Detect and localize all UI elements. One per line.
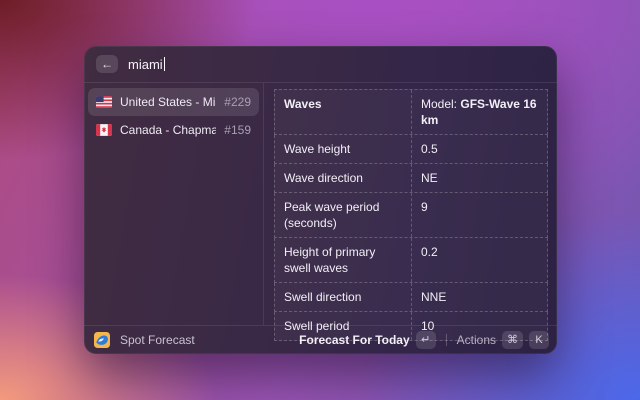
waves-table: Waves Model: GFS-Wave 16 km Wave height … — [274, 89, 548, 341]
us-flag-icon — [96, 96, 112, 108]
search-query-text: miami — [128, 57, 163, 72]
back-button[interactable]: ← — [96, 55, 118, 73]
primary-action-label: Forecast For Today — [299, 333, 409, 347]
main-area: United States - Miami Be... #229 Canada … — [84, 83, 557, 325]
table-row-label: Swell direction — [275, 283, 411, 311]
table-header-row: Waves Model: GFS-Wave 16 km — [274, 89, 548, 135]
list-item[interactable]: Canada - Chapman Bay,... #159 — [88, 116, 259, 144]
app-name: Spot Forecast — [120, 333, 291, 347]
return-key-icon: ↵ — [416, 331, 436, 349]
text-caret — [164, 57, 165, 71]
table-row-label: Wave direction — [275, 164, 411, 192]
detail-panel: Waves Model: GFS-Wave 16 km Wave height … — [263, 83, 557, 325]
table-row-label: Height of primary swell waves — [275, 238, 411, 282]
table-header-label: Waves — [275, 90, 411, 134]
command-key-icon: ⌘ — [502, 331, 523, 349]
table-row-value: 0.5 — [411, 135, 547, 163]
footer-divider — [446, 334, 447, 346]
model-prefix: Model: — [421, 97, 460, 111]
table-row-value: 9 — [411, 193, 547, 237]
result-badge: #229 — [224, 95, 251, 109]
arrow-left-icon: ← — [101, 58, 113, 70]
result-label: United States - Miami Be... — [120, 95, 216, 109]
table-row: Height of primary swell waves 0.2 — [274, 238, 548, 283]
table-row-value: 0.2 — [411, 238, 547, 282]
search-bar: ← miami — [84, 46, 557, 83]
table-row-value: NNE — [411, 283, 547, 311]
actions-button[interactable]: Actions ⌘ K — [457, 331, 549, 349]
desktop-background: ← miami United States - Miami Be... #229… — [0, 0, 640, 400]
table-row-label: Peak wave period (seconds) — [275, 193, 411, 237]
table-row: Wave height 0.5 — [274, 135, 548, 164]
actions-label: Actions — [457, 333, 496, 347]
result-badge: #159 — [224, 123, 251, 137]
table-header-value: Model: GFS-Wave 16 km — [411, 90, 547, 134]
launcher-window: ← miami United States - Miami Be... #229… — [84, 46, 557, 354]
forecast-for-today-button[interactable]: Forecast For Today ↵ — [299, 331, 435, 349]
table-row: Swell direction NNE — [274, 283, 548, 312]
footer-bar: Spot Forecast Forecast For Today ↵ Actio… — [84, 325, 557, 354]
results-list: United States - Miami Be... #229 Canada … — [84, 83, 263, 325]
list-item[interactable]: United States - Miami Be... #229 — [88, 88, 259, 116]
table-row: Wave direction NE — [274, 164, 548, 193]
table-row-value: NE — [411, 164, 547, 192]
search-input[interactable]: miami — [128, 57, 545, 72]
table-row: Peak wave period (seconds) 9 — [274, 193, 548, 238]
table-row-label: Wave height — [275, 135, 411, 163]
spot-forecast-app-icon — [94, 332, 110, 348]
ca-flag-icon — [96, 124, 112, 136]
result-label: Canada - Chapman Bay,... — [120, 123, 216, 137]
k-key: K — [529, 331, 549, 349]
